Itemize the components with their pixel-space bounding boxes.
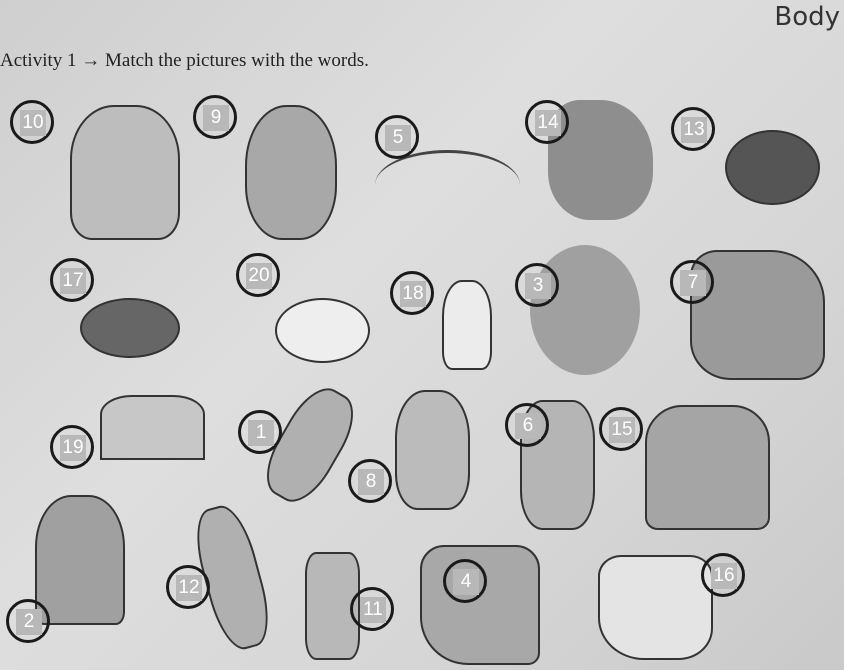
- number-circle: 1: [238, 410, 282, 454]
- number-circle: 16: [701, 553, 745, 597]
- number-circle: 18: [390, 271, 434, 315]
- number-circle: 13: [671, 107, 715, 151]
- worksheet-title: Body: [774, 2, 840, 32]
- number-circle: 19: [50, 425, 94, 469]
- number-circle: 8: [348, 459, 392, 503]
- back-picture: [35, 495, 125, 625]
- tooth-picture: [442, 280, 492, 370]
- head-hair-picture: [245, 105, 337, 240]
- number-circle: 11: [350, 587, 394, 631]
- shoulders-picture: [100, 395, 205, 460]
- mouth-picture: [725, 130, 820, 205]
- number-circle: 9: [193, 95, 237, 139]
- number-circle: 12: [166, 565, 210, 609]
- number-circle: 14: [525, 100, 569, 144]
- number-circle: 6: [505, 403, 549, 447]
- number-circle: 5: [375, 115, 419, 159]
- number-circle: 17: [50, 258, 94, 302]
- teeth-picture: [275, 298, 370, 363]
- number-circle: 15: [599, 407, 643, 451]
- number-circle: 7: [670, 260, 714, 304]
- number-circle: 2: [6, 599, 50, 643]
- activity-instruction: Activity 1 → Match the pictures with the…: [0, 50, 369, 71]
- number-circle: 10: [10, 100, 54, 144]
- eyes-picture: [375, 150, 520, 220]
- toes-picture: [598, 555, 713, 660]
- girl-face-picture: [70, 105, 180, 240]
- foot-picture: [420, 545, 540, 665]
- chest-picture: [645, 405, 770, 530]
- number-circle: 3: [515, 263, 559, 307]
- lips-picture: [80, 298, 180, 358]
- number-circle: 4: [443, 559, 487, 603]
- hand-picture: [395, 390, 470, 510]
- number-circle: 20: [236, 253, 280, 297]
